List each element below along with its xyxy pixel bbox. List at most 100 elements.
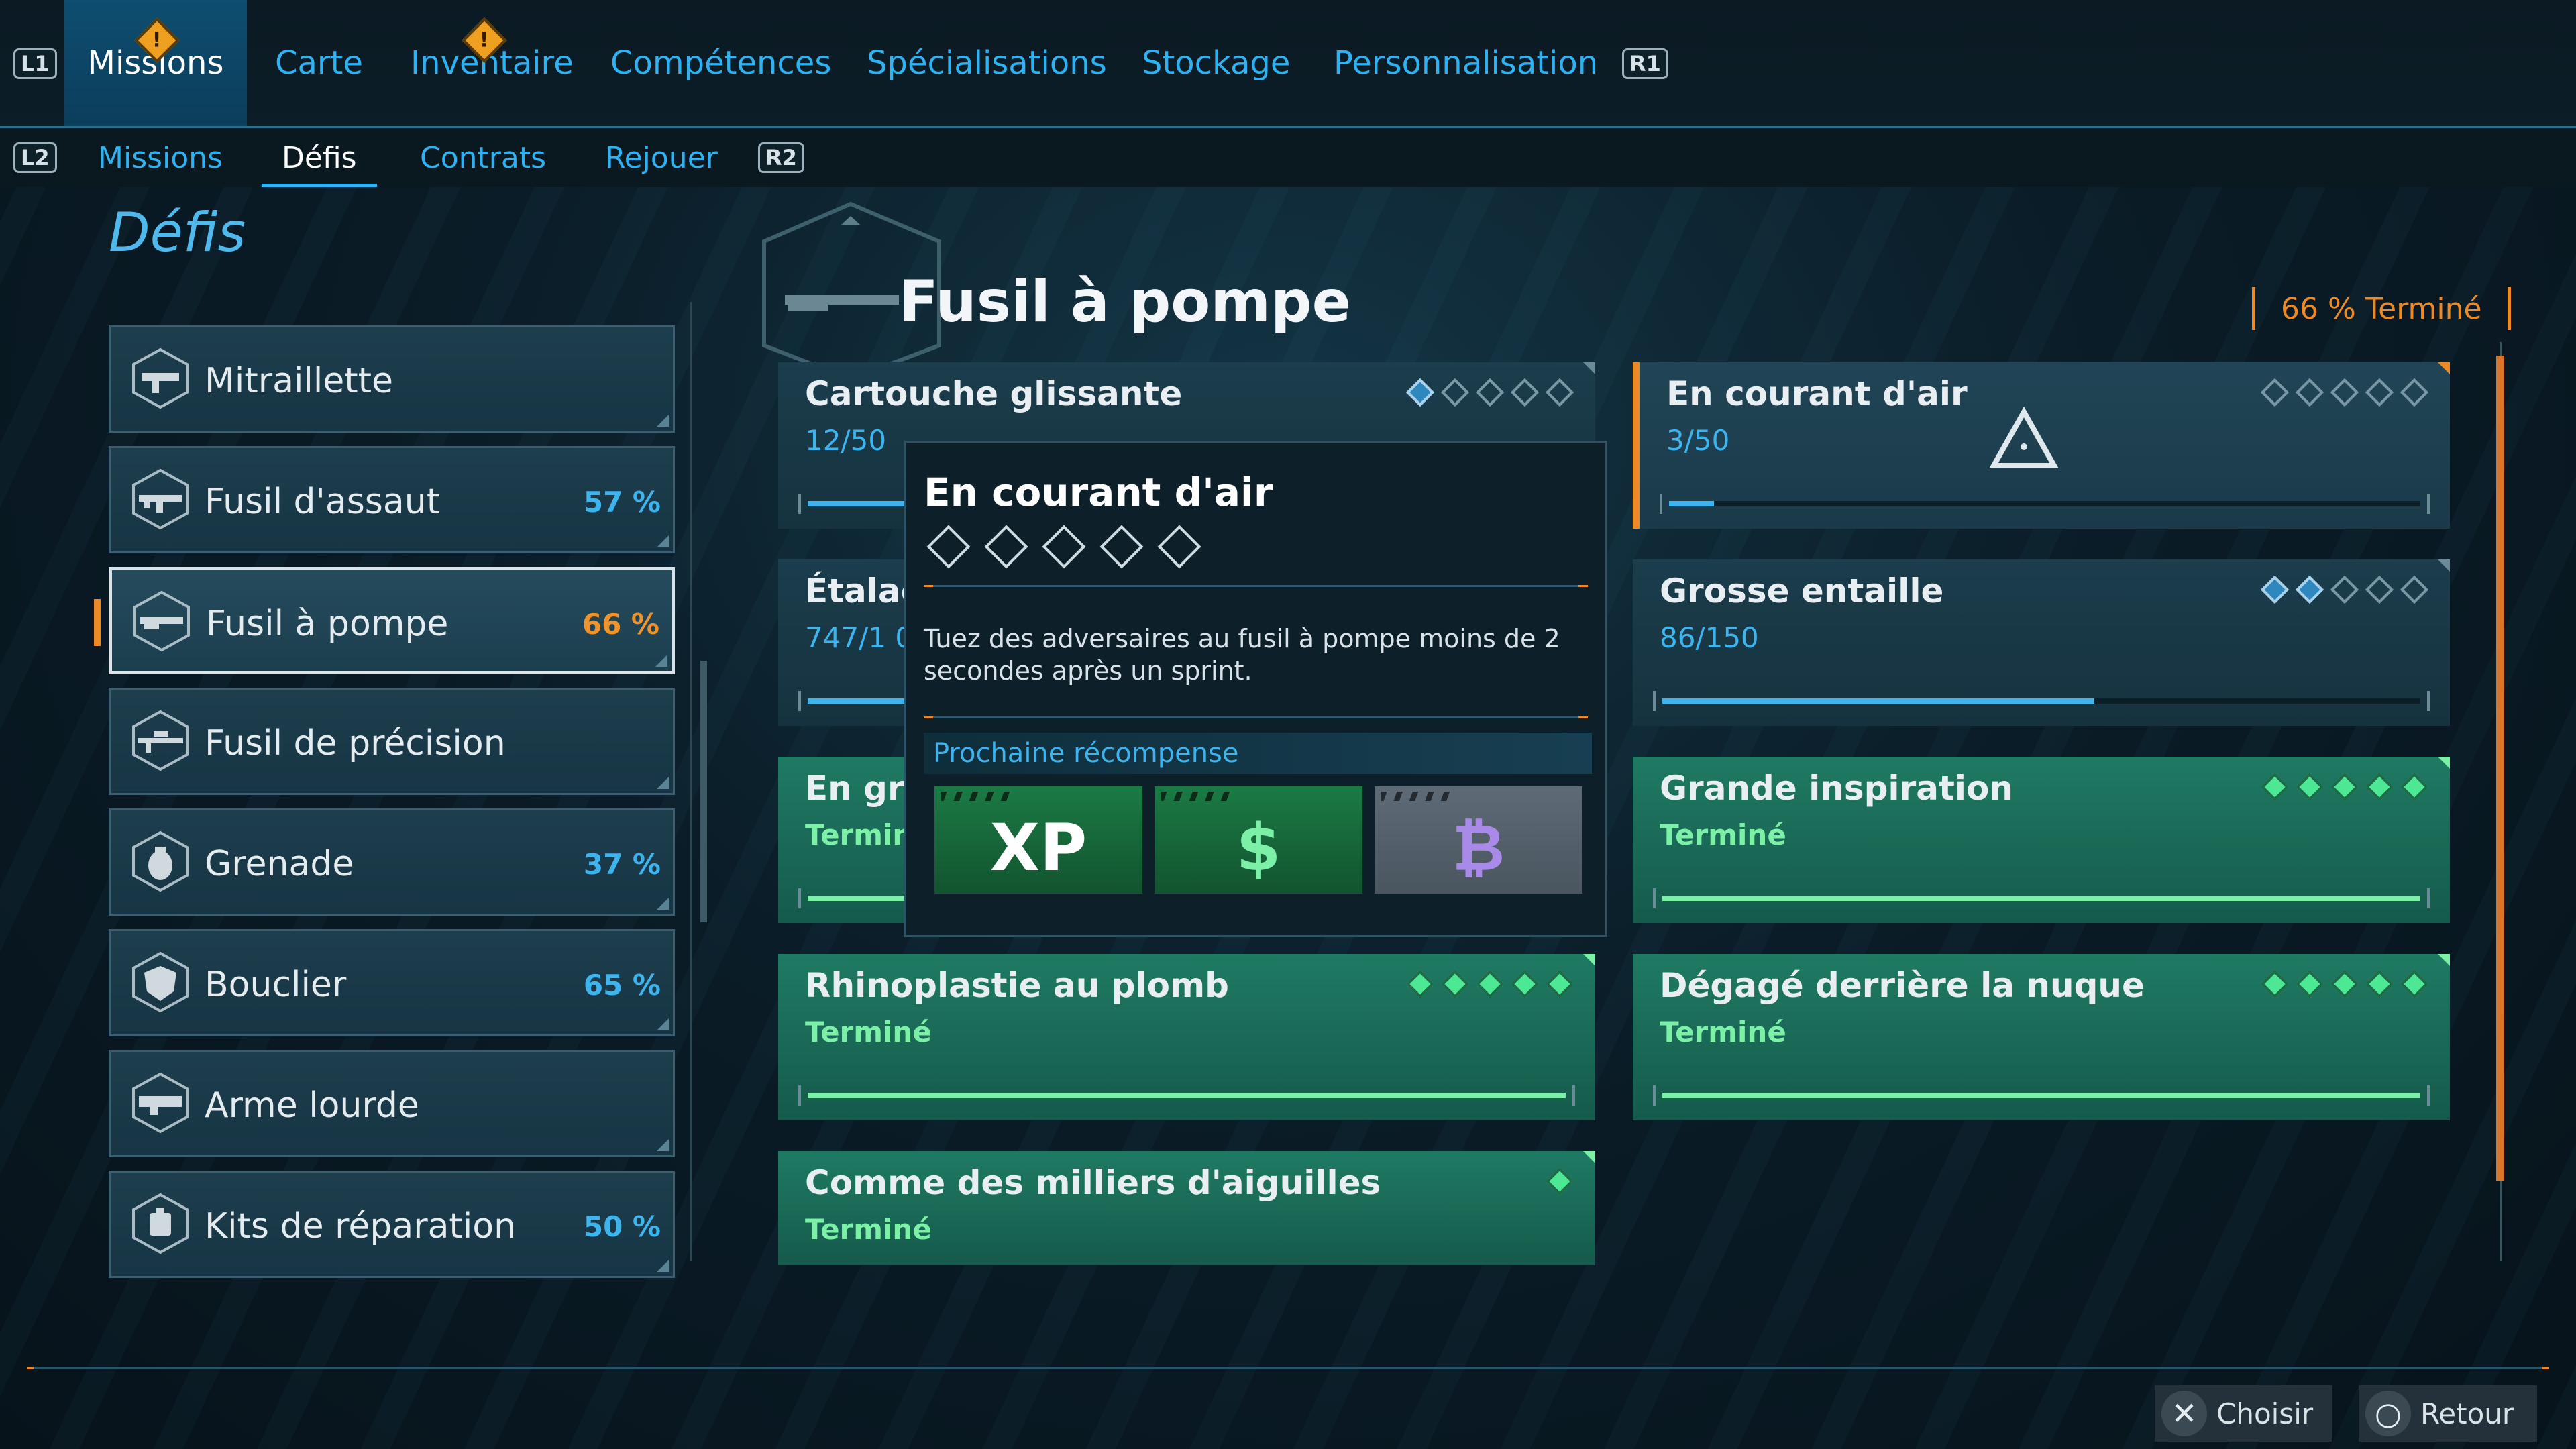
tier-diamond-icon (1545, 378, 1574, 407)
tier-diamond-icon (2365, 969, 2394, 999)
subtab-rejouer[interactable]: Rejouer (605, 128, 718, 187)
category-item[interactable]: Kits de réparation 50 % (109, 1171, 675, 1278)
cash-icon: $ (1236, 810, 1281, 885)
category-name: Arme lourde (205, 1085, 419, 1126)
back-prompt[interactable]: ○ Retour (2359, 1385, 2537, 1442)
category-item[interactable]: Mitraillette (109, 325, 675, 433)
heavy-weapon-icon (132, 1072, 189, 1134)
tier-diamond-icon (2260, 969, 2290, 999)
tier-diamond-icon (2400, 772, 2429, 802)
tier-diamond-icon (2330, 772, 2359, 802)
repair-kit-icon (132, 1193, 189, 1254)
challenge-title: Comme des milliers d'aiguilles (805, 1163, 1381, 1202)
main-scrollbar[interactable] (2496, 342, 2508, 1261)
category-name: Fusil de précision (205, 723, 506, 763)
challenge-status: 12/50 (805, 424, 887, 457)
tier-diamond-icon (1475, 378, 1505, 407)
challenge-title: Cartouche glissante (805, 374, 1183, 413)
tier-diamond-icon (2260, 772, 2290, 802)
tier-diamond-icon (2330, 378, 2359, 407)
section-title: Défis (109, 201, 246, 264)
reward-token: ₿ (1375, 786, 1582, 894)
category-item[interactable]: Grenade 37 % (109, 808, 675, 916)
bottom-divider (27, 1367, 2549, 1369)
category-percent: 57 % (583, 485, 661, 519)
circle-button-icon: ○ (2365, 1391, 2411, 1436)
sniper-icon (132, 710, 189, 771)
challenge-card[interactable]: Dégagé derrière la nuque Terminé (1633, 954, 2450, 1120)
tier-diamonds (2260, 772, 2429, 802)
category-item[interactable]: Bouclier 65 % (109, 929, 675, 1036)
l2-button[interactable]: L2 (13, 142, 57, 173)
category-percent: 66 % (582, 607, 659, 641)
challenge-title: En courant d'air (1666, 374, 1968, 413)
progress-fill (1662, 698, 2095, 704)
tier-diamond-icon (1510, 969, 1540, 999)
grenade-icon (132, 830, 189, 892)
category-name: Fusil d'assaut (205, 482, 441, 522)
tier-diamond-icon (1545, 1167, 1574, 1196)
category-percent: 65 % (583, 968, 661, 1002)
sub-navigation: L2 Missions Défis Contrats Rejouer R2 (0, 128, 2576, 187)
choose-prompt[interactable]: ✕ Choisir (2155, 1385, 2332, 1442)
progress-bar (798, 1085, 1575, 1106)
tab-specialisations[interactable]: Spécialisations (867, 0, 1107, 126)
tooltip-description: Tuez des adversaires au fusil à pompe mo… (924, 624, 1560, 686)
tier-diamonds (2260, 378, 2429, 407)
tier-diamond-icon (1475, 969, 1505, 999)
r2-button[interactable]: R2 (758, 142, 804, 173)
completion-badge: 66 % Terminé (2252, 287, 2511, 330)
choose-label: Choisir (2216, 1397, 2314, 1430)
tier-diamond-icon (2260, 378, 2290, 407)
challenge-status: 86/150 (1660, 621, 1759, 654)
list-scrollbar-thumb[interactable] (700, 661, 707, 922)
tab-inventaire[interactable]: Inventaire (411, 0, 574, 126)
category-name: Grenade (205, 844, 354, 884)
subtab-missions[interactable]: Missions (98, 128, 223, 187)
tier-diamond-icon (1099, 525, 1144, 569)
l1-button[interactable]: L1 (13, 48, 57, 79)
subtab-defis[interactable]: Défis (262, 128, 377, 187)
challenge-status: 3/50 (1666, 424, 1730, 457)
selection-marker (94, 599, 101, 646)
challenge-card[interactable]: Grande inspiration Terminé (1633, 757, 2450, 923)
tier-diamonds (1405, 969, 1574, 999)
category-item[interactable]: Fusil à pompe 66 % (109, 567, 675, 674)
category-item[interactable]: Arme lourde (109, 1050, 675, 1157)
challenge-status: Terminé (1660, 818, 1786, 851)
tier-diamond-icon (1405, 969, 1435, 999)
tab-carte[interactable]: Carte (275, 0, 363, 126)
tier-diamond-icon (984, 525, 1028, 569)
progress-fill (1662, 896, 2420, 901)
tier-diamond-icon (2260, 575, 2290, 604)
tier-diamond-icon (2365, 378, 2394, 407)
tooltip-tier-diamonds (926, 525, 1201, 569)
tier-diamond-icon (2330, 969, 2359, 999)
challenge-status: Terminé (1660, 1016, 1786, 1049)
category-item[interactable]: Fusil d'assaut 57 % (109, 446, 675, 553)
progress-bar (1653, 1085, 2430, 1106)
tier-diamond-icon (1440, 378, 1470, 407)
tab-personnalisation[interactable]: Personnalisation (1334, 0, 1598, 126)
category-item[interactable]: Fusil de précision (109, 688, 675, 795)
tier-diamond-icon (926, 525, 971, 569)
reward-header: Prochaine récompense (924, 733, 1592, 774)
r1-button[interactable]: R1 (1622, 48, 1668, 79)
challenge-card[interactable]: Comme des milliers d'aiguilles Terminé (778, 1151, 1595, 1265)
challenge-card[interactable]: Grosse entaille 86/150 (1633, 559, 2450, 726)
challenge-title: Dégagé derrière la nuque (1660, 966, 2145, 1005)
tier-diamond-icon (2400, 575, 2429, 604)
challenge-title: Grosse entaille (1660, 572, 1944, 610)
main-scrollbar-thumb[interactable] (2496, 356, 2504, 1181)
tooltip-divider (924, 716, 1588, 718)
challenge-card[interactable]: En courant d'air 3/50 (1633, 362, 2450, 529)
cross-button-icon: ✕ (2161, 1391, 2207, 1436)
tier-diamond-icon (2295, 772, 2324, 802)
subtab-contrats[interactable]: Contrats (420, 128, 546, 187)
challenge-card[interactable]: Rhinoplastie au plomb Terminé (778, 954, 1595, 1120)
tab-stockage[interactable]: Stockage (1142, 0, 1290, 126)
tab-competences[interactable]: Compétences (610, 0, 831, 126)
tier-diamond-icon (2330, 575, 2359, 604)
tier-diamond-icon (2400, 969, 2429, 999)
tier-diamonds (2260, 969, 2429, 999)
